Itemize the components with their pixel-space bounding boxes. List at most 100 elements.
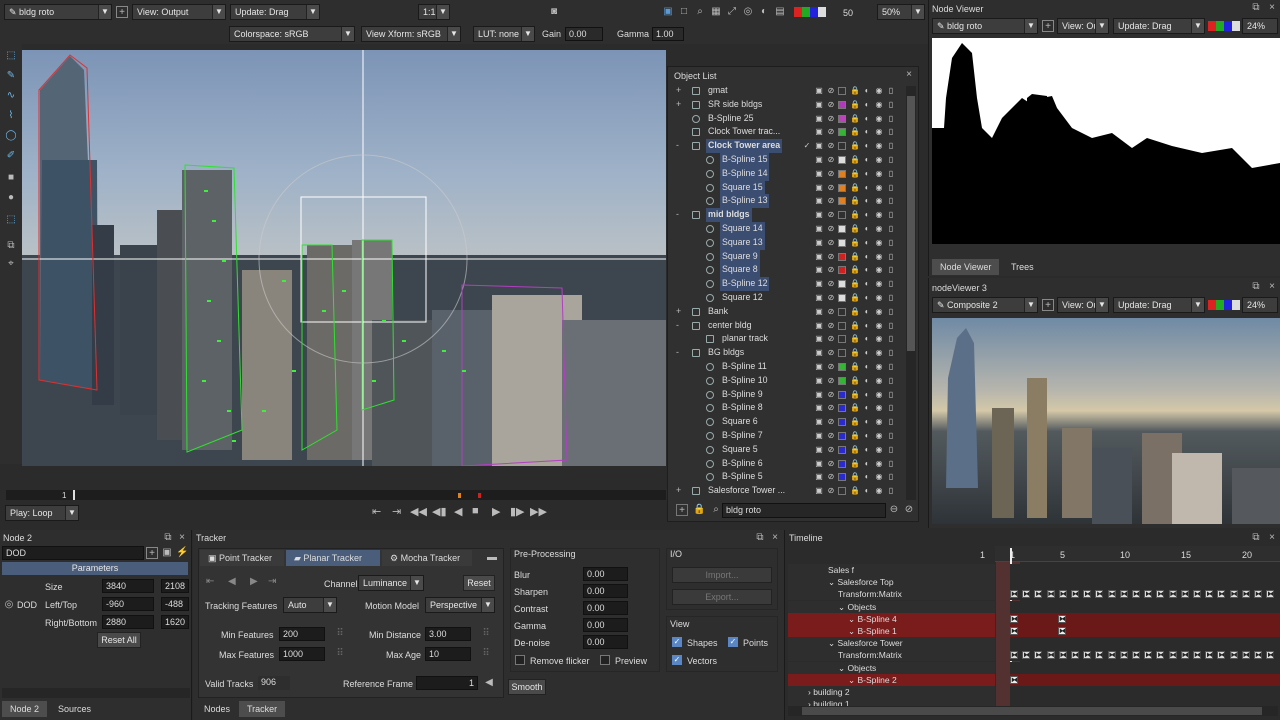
doc-icon[interactable]: ▯	[886, 84, 896, 98]
object-list-item[interactable]: B-Spline 14 ▣ ⊘ 🔒 ◐ ◉ ▯	[676, 166, 904, 181]
color-swatch[interactable]	[838, 335, 846, 344]
dod-target-icon[interactable]: ◎	[3, 599, 15, 611]
lut-select[interactable]: LUT: none ▼	[473, 26, 535, 42]
color-swatch[interactable]	[838, 349, 846, 358]
bspline-tool-icon[interactable]: ∿	[5, 90, 17, 102]
object-list-item[interactable]: + Bank ▣ ⊘ 🔒 ◐ ◉ ▯	[676, 305, 904, 319]
color-swatch[interactable]	[838, 197, 846, 206]
lock-icon[interactable]: 🔒	[850, 443, 860, 457]
float-icon[interactable]: ⧉	[754, 532, 766, 544]
timeline-row[interactable]: ⌄ Objects	[788, 600, 1280, 613]
keyframe-icon[interactable]: ⧓	[1193, 590, 1201, 599]
object-list-item[interactable]: Square 8 ▣ ⊘ 🔒 ◐ ◉ ▯	[676, 263, 904, 278]
gain-input[interactable]: 0.00	[565, 27, 603, 41]
no-track-icon[interactable]: ⊘	[826, 139, 836, 153]
timeline-row[interactable]: Transform:Matrix ⧓ ⧓ ⧓ ⧓ ⧓ ⧓ ⧓ ⧓ ⧓ ⧓ ⧓ ⧓ ⧓ ⧓ ⧓ ⧓ ⧓ ⧓ ⧓ ⧓ ⧓ ⧓	[788, 649, 1280, 662]
lock-icon[interactable]: 🔒	[850, 153, 860, 167]
doc-icon[interactable]: ▯	[886, 374, 896, 388]
sharpen-input[interactable]: 0.00	[583, 584, 628, 598]
stack-icon[interactable]: ▣	[814, 360, 824, 374]
play-icon[interactable]: ▶	[492, 505, 500, 518]
play-back-icon[interactable]: ◀	[454, 505, 462, 518]
color-swatch[interactable]	[838, 100, 846, 109]
export-button[interactable]: Export...	[672, 589, 772, 605]
doc-icon[interactable]: ▯	[886, 250, 896, 264]
object-list-item[interactable]: planar track ▣ ⊘ 🔒 ◐ ◉ ▯	[676, 332, 904, 346]
eye-icon[interactable]: ◉	[874, 319, 884, 333]
fit-icon[interactable]: ⤢	[726, 6, 738, 18]
timeline-lane[interactable]	[1010, 661, 1280, 674]
doc-icon[interactable]: ▯	[886, 457, 896, 471]
object-list-item[interactable]: - center bldg ▣ ⊘ 🔒 ◐ ◉ ▯	[676, 319, 904, 333]
no-track-icon[interactable]: ⊘	[826, 415, 836, 429]
eye-icon[interactable]: ◉	[874, 194, 884, 208]
pen-tool-icon[interactable]: ✎	[5, 70, 17, 82]
object-list-item[interactable]: B-Spline 5 ▣ ⊘ 🔒 ◐ ◉ ▯	[676, 470, 904, 484]
color-swatch[interactable]	[838, 238, 846, 247]
color-swatch[interactable]	[838, 280, 846, 289]
doc-icon[interactable]: ▯	[886, 332, 896, 346]
keyframe-icon[interactable]: ⧓	[1241, 651, 1250, 660]
no-track-icon[interactable]: ⊘	[826, 332, 836, 346]
no-track-icon[interactable]: ⊘	[826, 263, 836, 277]
stack-icon[interactable]: ▣	[814, 374, 824, 388]
color-swatch[interactable]	[838, 376, 846, 385]
lock-icon[interactable]: 🔒	[850, 194, 860, 208]
shapes-checkbox[interactable]: ✓	[672, 637, 682, 647]
stack-icon[interactable]: ▣	[814, 470, 824, 484]
lock-icon[interactable]: 🔒	[850, 346, 860, 360]
scrubber-bar[interactable]	[6, 490, 666, 500]
blend-icon[interactable]: ◐	[862, 388, 872, 402]
stack-icon[interactable]: ▣	[814, 98, 824, 112]
blend-icon[interactable]: ◐	[862, 484, 872, 498]
float-icon[interactable]: ⧉	[1250, 281, 1262, 293]
stack-icon[interactable]: ▣	[814, 194, 824, 208]
close-icon[interactable]: ×	[903, 69, 915, 81]
object-search-input[interactable]: bldg roto	[722, 503, 886, 518]
eye-icon[interactable]: ◉	[874, 112, 884, 126]
no-track-icon[interactable]: ⊘	[826, 374, 836, 388]
object-list-item[interactable]: B-Spline 9 ▣ ⊘ 🔒 ◐ ◉ ▯	[676, 388, 904, 402]
keyframe-icon[interactable]: ⧓	[1058, 614, 1066, 623]
timeline-row[interactable]: ⌄ B-Spline 2 ⧓	[788, 673, 1280, 686]
eye-icon[interactable]: ◉	[874, 470, 884, 484]
step-back-icon[interactable]: ◀▮	[432, 505, 447, 518]
object-list-item[interactable]: + SR side bldgs ▣ ⊘ 🔒 ◐ ◉ ▯	[676, 98, 904, 112]
eye-icon[interactable]: ◉	[874, 277, 884, 291]
object-list-item[interactable]: B-Spline 12 ▣ ⊘ 🔒 ◐ ◉ ▯	[676, 277, 904, 291]
stack-icon[interactable]: ▣	[814, 457, 824, 471]
keyframe-icon[interactable]: ⧓	[1266, 651, 1275, 660]
object-list-item[interactable]: B-Spline 8 ▣ ⊘ 🔒 ◐ ◉ ▯	[676, 401, 904, 415]
color-swatch[interactable]	[838, 156, 846, 164]
doc-icon[interactable]: ▯	[886, 388, 896, 402]
color-swatch[interactable]	[838, 252, 846, 261]
keyframe-icon[interactable]: ⧓	[1132, 590, 1140, 599]
lock-icon[interactable]: 🔒	[850, 222, 860, 236]
track-back-icon[interactable]: ◀	[228, 576, 236, 587]
expand-icon[interactable]: +	[676, 484, 684, 498]
smooth-button[interactable]: Smooth	[508, 679, 546, 695]
ratio-select[interactable]: 1:1 ▼	[418, 4, 450, 20]
slider-handle-icon[interactable]: ⠿	[480, 628, 492, 640]
eye-icon[interactable]: ◉	[874, 360, 884, 374]
eye-icon[interactable]: ◉	[874, 401, 884, 415]
no-track-icon[interactable]: ⊘	[826, 194, 836, 208]
object-list-item[interactable]: - mid bldgs ▣ ⊘ 🔒 ◐ ◉ ▯	[676, 208, 904, 222]
no-track-icon[interactable]: ⊘	[826, 360, 836, 374]
tab-trees[interactable]: Trees	[1003, 259, 1042, 275]
clear-all-icon[interactable]: ⊘	[903, 504, 915, 516]
lock-icon[interactable]: 🔒	[850, 388, 860, 402]
stack-icon[interactable]: ▣	[814, 181, 824, 195]
no-track-icon[interactable]: ⊘	[826, 401, 836, 415]
color-swatch[interactable]	[838, 307, 846, 316]
blend-icon[interactable]: ◐	[862, 84, 872, 98]
keyframe-icon[interactable]: ⧓	[1168, 590, 1177, 599]
lock-icon[interactable]: 🔒	[693, 504, 705, 516]
no-track-icon[interactable]: ⊘	[826, 250, 836, 264]
float-icon[interactable]: ⧉	[162, 532, 174, 544]
keyframe-icon[interactable]: ⧓	[1119, 651, 1128, 660]
lock-icon[interactable]: 🔒	[850, 457, 860, 471]
denoise-input[interactable]: 0.00	[583, 635, 628, 649]
doc-icon[interactable]: ▯	[886, 360, 896, 374]
doc-icon[interactable]: ▯	[886, 484, 896, 498]
